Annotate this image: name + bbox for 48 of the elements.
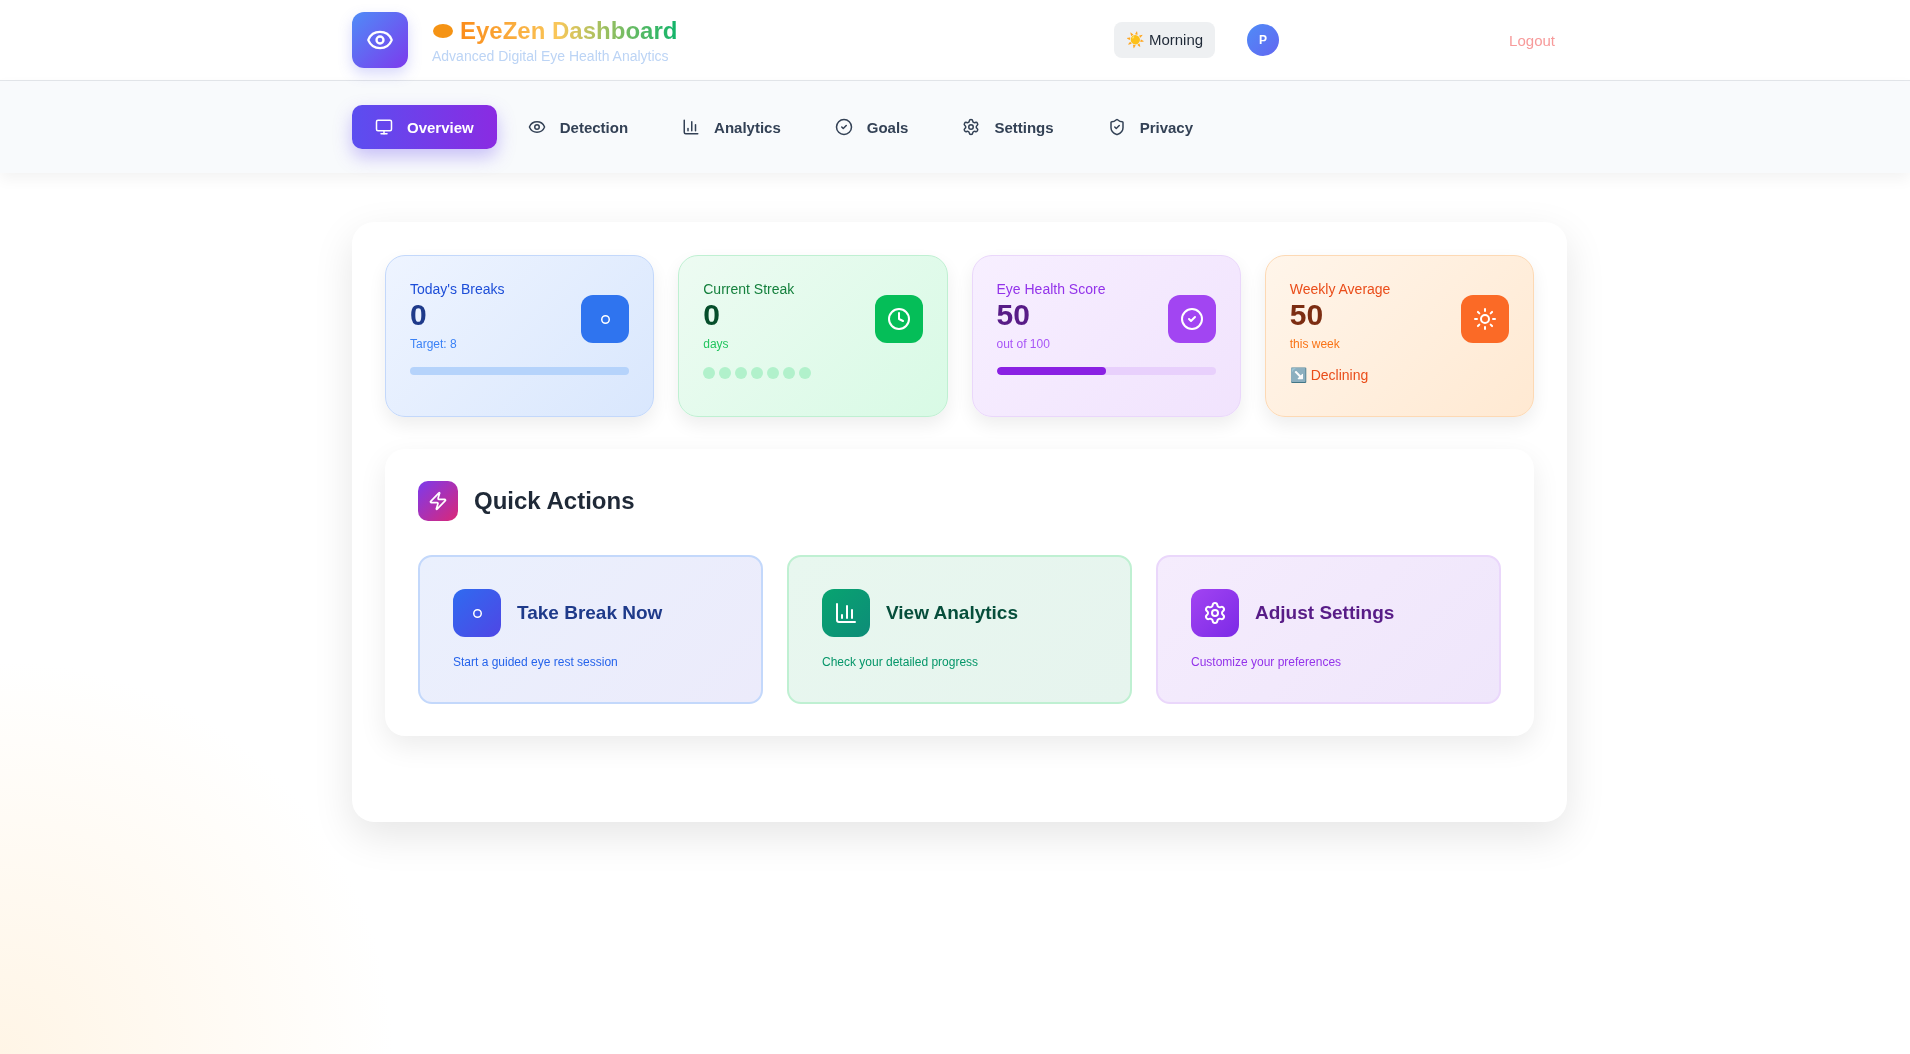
greeting-button[interactable]: ☀ Morning	[1113, 22, 1216, 58]
check-circle-icon	[834, 118, 853, 136]
quick-action-card[interactable]: View Analytics Check your detailed progress	[787, 555, 1132, 704]
nav-tab[interactable]: Settings	[939, 105, 1077, 149]
eye-icon	[527, 118, 546, 136]
lightning-icon	[418, 481, 458, 521]
ring-icon	[600, 314, 610, 324]
stat-title: Current Streak	[703, 281, 795, 297]
stat-title: Weekly Average	[1289, 281, 1391, 297]
leaf-icon	[432, 22, 454, 39]
stat-caption: days	[703, 337, 730, 351]
nav-tab[interactable]: Overview	[352, 105, 497, 149]
nav-tab[interactable]: Privacy	[1084, 105, 1217, 149]
stat-value: 50	[1289, 297, 1325, 333]
action-title: Adjust Settings	[1255, 602, 1395, 624]
settings-icon	[962, 118, 981, 136]
bar-chart-icon	[834, 601, 858, 625]
settings-icon	[1203, 601, 1227, 625]
action-description: Check your detailed progress	[822, 655, 980, 669]
stat-value: 50	[996, 297, 1031, 333]
nav-tab[interactable]: Goals	[811, 105, 932, 149]
stat-value: 0	[410, 297, 428, 333]
stat-caption: this week	[1289, 337, 1341, 351]
quick-action-card[interactable]: Take Break Now Start a guided eye rest session	[418, 555, 763, 704]
shield-icon	[1107, 118, 1126, 136]
stat-value: 0	[703, 297, 721, 333]
clock-icon	[886, 307, 911, 331]
user-avatar[interactable]: P	[1247, 24, 1280, 56]
sun-icon	[1473, 307, 1497, 331]
bar-chart-icon	[682, 118, 701, 136]
eye-logo	[352, 12, 408, 68]
action-title: View Analytics	[886, 602, 1018, 624]
trend-label: ↘ Declining	[1289, 367, 1370, 383]
monitor-icon	[375, 118, 393, 136]
action-description: Customize your preferences	[1191, 655, 1343, 669]
stat-title: Today's Breaks	[410, 281, 505, 297]
action-title: Take Break Now	[517, 602, 663, 624]
app-subtitle: Advanced Digital Eye Health Analytics	[432, 47, 670, 64]
action-description: Start a guided eye rest session	[453, 655, 619, 669]
stat-title: Eye Health Score	[996, 281, 1106, 297]
quick-action-card[interactable]: Adjust Settings Customize your preferences	[1156, 555, 1501, 704]
nav-tab[interactable]: Detection	[504, 105, 652, 149]
nav-tab[interactable]: Analytics	[659, 105, 804, 149]
stat-caption: out of 100	[996, 337, 1051, 351]
ring-icon	[472, 608, 482, 618]
stat-caption: Target: 8	[410, 337, 458, 351]
check-circle-icon	[1179, 307, 1204, 331]
section-title: Quick Actions	[474, 487, 635, 515]
